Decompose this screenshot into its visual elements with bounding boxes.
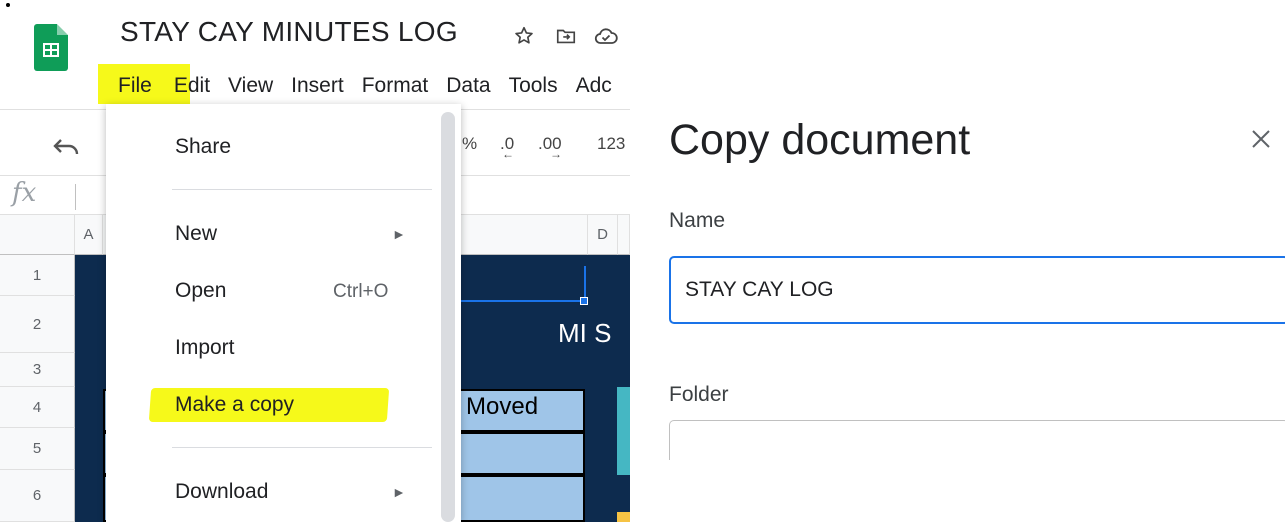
column-header-e[interactable] [618,215,630,255]
sheets-logo-icon[interactable] [34,24,68,71]
undo-icon[interactable] [52,134,82,163]
menu-item-open[interactable]: Open [175,279,226,303]
menu-view[interactable]: View [219,66,282,106]
row-header-3[interactable]: 3 [0,353,75,387]
formula-bar-separator [75,184,76,210]
arrow-left-icon: ← [502,147,514,161]
row-header-4[interactable]: 4 [0,387,75,428]
stray-dot [6,3,10,7]
menu-data[interactable]: Data [437,66,499,106]
name-input[interactable] [669,256,1285,324]
menu-addons[interactable]: Adc [567,66,612,106]
menu-item-share[interactable]: Share [175,135,231,159]
move-folder-icon[interactable] [552,22,580,50]
percent-format-button[interactable]: % [462,134,477,154]
fx-icon: fx [12,178,37,208]
close-icon[interactable] [1246,124,1276,154]
folder-field[interactable] [669,420,1285,460]
dialog-title: Copy document [669,116,971,164]
more-formats-button[interactable]: 123 [597,134,625,154]
decrease-decimal-button[interactable]: .0 ← [500,134,514,161]
cloud-saved-icon[interactable] [592,22,620,50]
header-cell-fragment: Moved [466,393,539,420]
selection-handle[interactable] [580,297,588,305]
column-header-a[interactable]: A [75,215,103,255]
folder-label: Folder [669,383,729,406]
name-label: Name [669,209,726,232]
increase-decimal-button[interactable]: .00 → [538,134,562,161]
menu-separator [172,189,432,190]
column-header-d[interactable]: D [588,215,618,255]
shortcut-open: Ctrl+O [333,281,389,302]
row-header-5[interactable]: 5 [0,428,75,470]
row-header-6[interactable]: 6 [0,470,75,522]
star-icon[interactable] [510,22,538,50]
menu-separator [172,447,432,448]
file-menu [106,104,461,522]
menu-item-new[interactable]: New [175,222,217,246]
menu-item-make-a-copy[interactable]: Make a copy [175,393,294,417]
menu-item-import[interactable]: Import [175,336,235,360]
menu-bar: File Edit View Insert Format Data Tools … [96,66,612,106]
menu-edit[interactable]: Edit [165,66,219,106]
menu-tools[interactable]: Tools [500,66,567,106]
menu-item-download[interactable]: Download [175,480,268,504]
select-all-corner[interactable] [0,215,75,255]
row-header-1[interactable]: 1 [0,255,75,296]
menu-format[interactable]: Format [353,66,438,106]
screenshot: STAY CAY MINUTES LOG File Edit View Inse… [0,0,1285,522]
row-header-2[interactable]: 2 [0,296,75,353]
arrow-right-icon: → [550,147,562,161]
menu-file[interactable]: File [96,66,165,106]
submenu-arrow-icon: ► [392,226,406,242]
title-cell-fragment[interactable]: MI S [558,318,611,349]
submenu-arrow-icon: ► [392,484,406,500]
document-title[interactable]: STAY CAY MINUTES LOG [120,16,458,48]
menu-scrollbar[interactable] [441,112,455,522]
menu-insert[interactable]: Insert [282,66,353,106]
